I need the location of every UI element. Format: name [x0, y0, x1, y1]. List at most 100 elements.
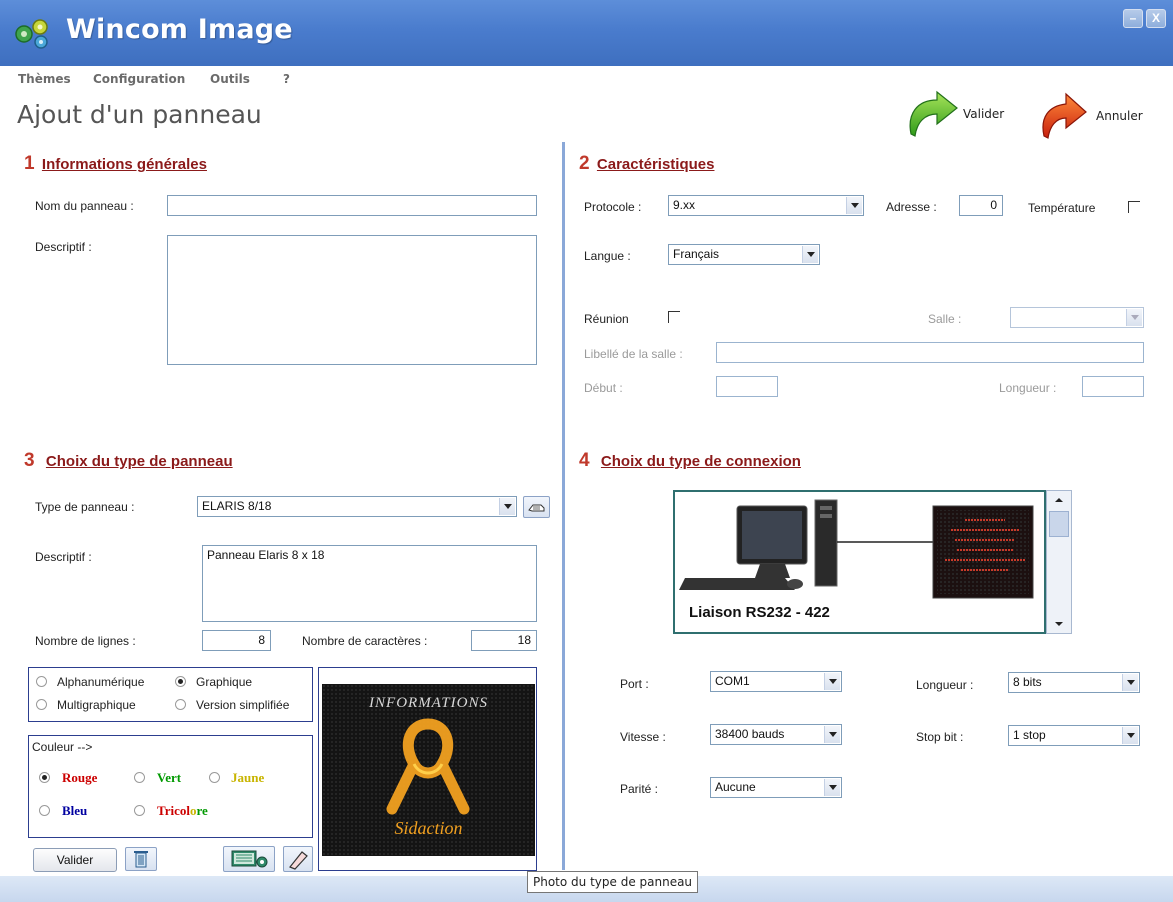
cancel-label: Annuler [1096, 109, 1143, 123]
panel-preview-caption: Sidaction [394, 818, 463, 838]
speed-select[interactable]: 38400 bauds [710, 724, 842, 745]
color-radio-red[interactable] [39, 772, 50, 783]
panel-description-textarea[interactable]: Panneau Elaris 8 x 18 [202, 545, 537, 622]
panel-name-input[interactable] [167, 195, 537, 216]
address-input[interactable]: 0 [959, 195, 1003, 216]
chevron-down-icon [1122, 727, 1138, 744]
color-radio-tricolor[interactable] [134, 805, 145, 816]
port-label: Port : [620, 677, 649, 691]
eraser-icon [289, 851, 308, 870]
menu-item-tools[interactable]: Outils [210, 72, 250, 86]
connection-type-list[interactable]: Liaison RS232 - 422 [673, 490, 1046, 634]
data-length-label: Longueur : [916, 678, 974, 692]
scroll-thumb[interactable] [1049, 511, 1069, 537]
stop-bit-value: 1 stop [1013, 728, 1046, 742]
section2-title: Caractéristiques [596, 156, 715, 173]
stop-bit-select[interactable]: 1 stop [1008, 725, 1140, 746]
menu-item-themes[interactable]: Thèmes [18, 72, 71, 86]
menu-item-configuration[interactable]: Configuration [93, 72, 185, 86]
language-select[interactable]: Français [668, 244, 820, 265]
language-label: Langue : [584, 249, 631, 263]
meeting-checkbox[interactable] [668, 311, 680, 323]
temperature-checkbox[interactable] [1128, 201, 1140, 213]
green-arrow-icon [909, 90, 958, 137]
scroll-down-icon[interactable] [1050, 617, 1068, 634]
mode-label-simplified: Version simplifiée [196, 698, 290, 712]
panel-description-label: Descriptif : [35, 550, 92, 564]
color-label-green: Vert [157, 770, 182, 785]
panel-type-label: Type de panneau : [35, 500, 135, 514]
panel-validate-button[interactable]: Valider [33, 848, 117, 872]
mode-radio-multigraphic[interactable] [36, 699, 47, 710]
color-radio-blue[interactable] [39, 805, 50, 816]
delete-button[interactable] [125, 847, 157, 871]
validate-label: Valider [963, 107, 1005, 121]
panel-type-browse-button[interactable] [523, 496, 550, 518]
scroll-up-icon[interactable] [1050, 493, 1068, 510]
chevron-down-icon [824, 779, 840, 796]
chars-input[interactable]: 18 [471, 630, 537, 651]
mode-radio-alphanumeric[interactable] [36, 676, 47, 687]
trash-icon [134, 851, 148, 868]
chars-label: Nombre de caractères : [302, 634, 428, 648]
toolbar-validate-button[interactable]: Valider [903, 90, 1023, 140]
chevron-down-icon [846, 197, 862, 214]
section4-heading: 4 Choix du type de connexion [579, 450, 801, 472]
chevron-down-icon [1122, 674, 1138, 691]
meeting-length-input[interactable] [1082, 376, 1144, 397]
vertical-divider [562, 142, 565, 870]
start-input[interactable] [716, 376, 778, 397]
mode-label-graphic: Graphique [196, 675, 253, 689]
mode-radio-graphic[interactable] [175, 676, 186, 687]
speed-value: 38400 bauds [715, 727, 785, 741]
room-label: Salle : [928, 312, 962, 326]
app-logo-icon [15, 19, 48, 49]
section2-number: 2 [579, 153, 590, 174]
room-name-label: Libellé de la salle : [584, 347, 683, 361]
color-radio-yellow[interactable] [209, 772, 220, 783]
section2-heading: 2 Caractéristiques [579, 153, 714, 175]
speed-label: Vitesse : [620, 730, 666, 744]
photo-icon [231, 850, 268, 868]
protocol-value: 9.xx [673, 198, 696, 212]
color-label-tricolor: Tricolore [157, 803, 208, 819]
tooltip: Photo du type de panneau [527, 871, 699, 893]
connection-list-scrollbar[interactable] [1046, 490, 1072, 634]
chevron-down-icon [499, 498, 515, 515]
color-label-red: Rouge [62, 770, 98, 785]
chevron-down-icon [824, 726, 840, 743]
chevron-down-icon [1126, 309, 1142, 326]
color-radio-green[interactable] [134, 772, 145, 783]
section3-title: Choix du type de panneau [45, 453, 233, 470]
eraser-button[interactable] [283, 846, 313, 872]
chevron-down-icon [802, 246, 818, 263]
description-textarea[interactable] [167, 235, 537, 365]
minimize-button[interactable]: – [1123, 9, 1143, 28]
lines-input[interactable]: 8 [202, 630, 271, 651]
meeting-length-label: Longueur : [999, 381, 1057, 395]
close-button[interactable]: X [1146, 9, 1166, 28]
section4-number: 4 [579, 450, 590, 471]
mode-label-multigraphic: Multigraphique [57, 698, 136, 712]
color-label-yellow: Jaune [231, 770, 265, 785]
language-value: Français [673, 247, 720, 261]
data-length-value: 8 bits [1013, 675, 1042, 689]
protocol-select[interactable]: 9.xx [668, 195, 864, 216]
section1-number: 1 [24, 153, 35, 174]
description-label: Descriptif : [35, 240, 92, 254]
section1-title: Informations générales [41, 156, 207, 173]
menu-item-help[interactable]: ? [283, 72, 290, 86]
red-arrow-icon [1042, 92, 1087, 139]
panel-type-select[interactable]: ELARIS 8/18 [197, 496, 517, 517]
port-select[interactable]: COM1 [710, 671, 842, 692]
mode-radio-simplified[interactable] [175, 699, 186, 710]
section1-heading: 1 Informations générales [24, 153, 207, 175]
toolbar-cancel-button[interactable]: Annuler [1038, 90, 1168, 140]
photo-button[interactable] [223, 846, 275, 872]
temperature-label: Température [1028, 201, 1096, 215]
room-name-input[interactable] [716, 342, 1144, 363]
data-length-select[interactable]: 8 bits [1008, 672, 1140, 693]
room-select[interactable] [1010, 307, 1144, 328]
parity-select[interactable]: Aucune [710, 777, 842, 798]
section3-number: 3 [24, 450, 35, 471]
